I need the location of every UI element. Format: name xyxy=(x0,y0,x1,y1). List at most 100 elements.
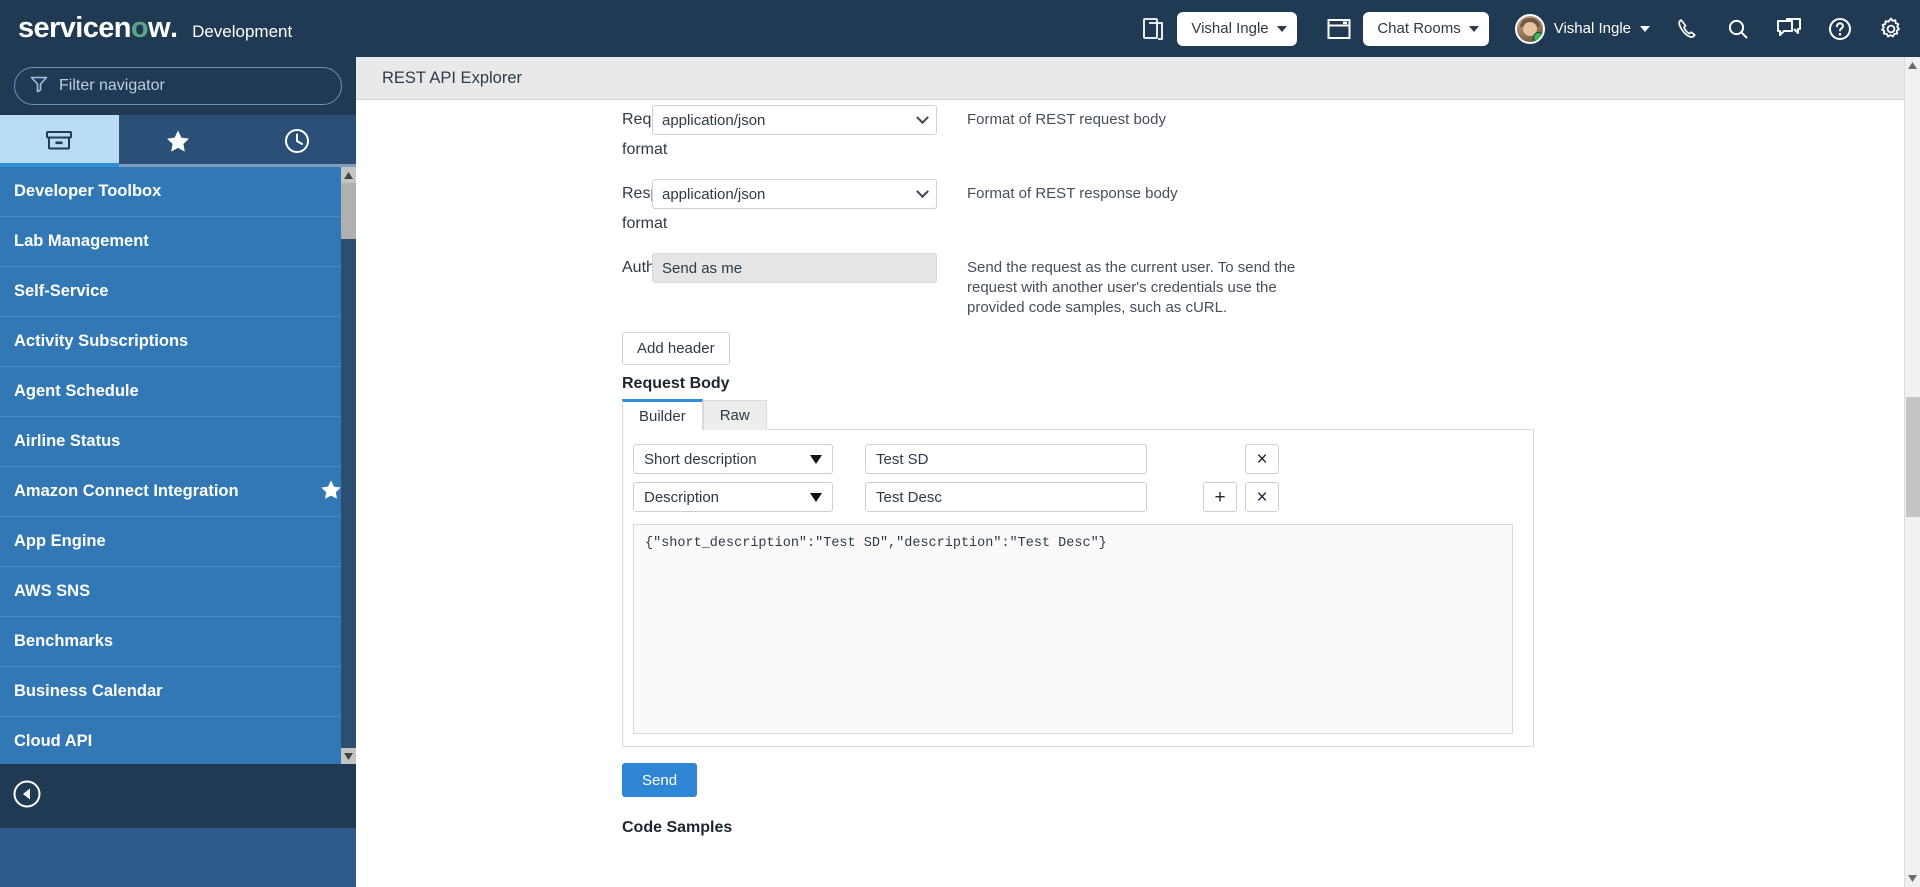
sidebar-item-label: Cloud API xyxy=(14,732,93,750)
send-button[interactable]: Send xyxy=(622,763,698,797)
sidebar-item[interactable]: Amazon Connect Integration xyxy=(0,467,356,517)
scroll-down-arrow[interactable] xyxy=(341,748,356,764)
field-label: Response format xyxy=(622,185,694,232)
sidebar-item[interactable]: Airline Status xyxy=(0,417,356,467)
sidebar-item[interactable]: Developer Toolbox xyxy=(0,167,356,217)
remove-row-button[interactable]: × xyxy=(1245,444,1279,474)
avatar[interactable] xyxy=(1514,13,1545,44)
tab-all-applications[interactable] xyxy=(0,115,119,167)
user-name: Vishal Ingle xyxy=(1553,20,1631,37)
navigator-scrollbar[interactable] xyxy=(341,167,356,764)
sidebar-item[interactable]: Cloud API xyxy=(0,717,356,764)
field-label: Authorization xyxy=(356,253,715,283)
builder-value-input[interactable]: Test Desc xyxy=(865,482,1147,512)
builder-row: Short descriptionTest SD+× xyxy=(623,444,1533,482)
sidebar-item[interactable]: Business Calendar xyxy=(0,667,356,717)
add-header-button[interactable]: Add header xyxy=(622,332,730,365)
add-row-button[interactable]: + xyxy=(1203,482,1237,512)
application-scope-label: Vishal Ingle xyxy=(1191,20,1269,37)
sidebar-item[interactable]: Agent Schedule xyxy=(0,367,356,417)
clock-icon xyxy=(284,129,309,153)
format-select[interactable]: application/json xyxy=(652,105,937,135)
star-icon xyxy=(167,130,189,152)
json-preview: {"short_description":"Test SD","descript… xyxy=(633,524,1513,734)
filter-navigator-wrap: Filter navigator xyxy=(0,57,356,115)
form-row: Response formatapplication/json Format of… xyxy=(356,179,1920,239)
scroll-up-arrow[interactable] xyxy=(341,167,356,183)
authorization-field: Send as me xyxy=(652,253,937,283)
field-help-text: Format of REST response body xyxy=(967,185,1178,202)
window-icon[interactable] xyxy=(1327,18,1351,40)
sidebar-item[interactable]: AWS SNS xyxy=(0,567,356,617)
scrollbar-thumb[interactable] xyxy=(341,183,356,239)
top-banner: servicenow . Development Vishal Ingle Ch… xyxy=(0,0,1920,57)
logo-text-o: o xyxy=(130,12,149,44)
field-help-text: Format of REST request body xyxy=(967,111,1166,128)
instance-name: Development xyxy=(192,22,293,41)
format-select[interactable]: application/json xyxy=(652,179,937,209)
help-icon[interactable] xyxy=(1828,17,1852,41)
builder-value-input[interactable]: Test SD xyxy=(865,444,1147,474)
tab-raw[interactable]: Raw xyxy=(702,400,767,430)
banner-right-group: Vishal Ingle Chat Rooms Vishal Ingle xyxy=(1117,11,1920,46)
builder-field-label: Description xyxy=(644,488,720,506)
sidebar-item-label: Lab Management xyxy=(14,232,149,250)
chat-rooms-picker[interactable]: Chat Rooms xyxy=(1363,11,1489,46)
field-help-text: Send the request as the current user. To… xyxy=(967,259,1296,316)
collapse-left-icon[interactable] xyxy=(12,779,42,814)
phone-icon[interactable] xyxy=(1676,17,1700,41)
servicenow-logo[interactable]: servicenow . Development xyxy=(0,12,292,45)
gear-icon[interactable] xyxy=(1878,16,1904,42)
code-samples-title: Code Samples xyxy=(622,819,733,836)
form-row: Request formatapplication/json Format of … xyxy=(356,105,1920,165)
sidebar-item[interactable]: App Engine xyxy=(0,517,356,567)
sidebar-item-label: App Engine xyxy=(14,532,106,550)
builder-field-select[interactable]: Short description xyxy=(633,444,833,474)
sidebar-item-label: Airline Status xyxy=(14,432,121,450)
tab-history[interactable] xyxy=(237,115,356,167)
navigator-footer xyxy=(0,764,356,828)
tab-favorites[interactable] xyxy=(118,115,238,167)
chevron-down-icon xyxy=(916,184,929,198)
logo-dot: . xyxy=(170,12,179,44)
chevron-down-icon xyxy=(1468,25,1479,32)
form-row: AuthorizationSend as me Send the request … xyxy=(356,253,1920,318)
sidebar-item-label: Amazon Connect Integration xyxy=(14,482,239,500)
content-scrollbar[interactable] xyxy=(1904,57,1920,887)
sidebar-item-label: Benchmarks xyxy=(14,632,114,650)
content-scroll-down-arrow[interactable] xyxy=(1905,870,1920,887)
main-content: REST API Explorer Request formatapplicat… xyxy=(356,57,1920,887)
search-icon[interactable] xyxy=(1726,17,1750,41)
sidebar-item-label: Developer Toolbox xyxy=(14,182,162,200)
chevron-down-icon xyxy=(916,110,929,124)
builder-field-select[interactable]: Description xyxy=(633,482,833,512)
builder-value-text: Test SD xyxy=(876,450,929,468)
sidebar-item[interactable]: Activity Subscriptions xyxy=(0,317,356,367)
triangle-down-icon xyxy=(810,454,822,464)
star-icon[interactable] xyxy=(320,479,342,505)
sidebar-item[interactable]: Lab Management xyxy=(0,217,356,267)
documents-icon[interactable] xyxy=(1143,17,1165,41)
sidebar-item-label: Activity Subscriptions xyxy=(14,332,189,350)
chevron-down-icon[interactable] xyxy=(1640,25,1650,32)
sidebar-item[interactable]: Benchmarks xyxy=(0,617,356,667)
application-scope-picker[interactable]: Vishal Ingle xyxy=(1177,11,1298,46)
chevron-down-icon xyxy=(1277,25,1288,32)
filter-icon xyxy=(29,74,49,99)
sidebar-item[interactable]: Self-Service xyxy=(0,267,356,317)
builder-field-label: Short description xyxy=(644,450,757,468)
sidebar-item-label: Agent Schedule xyxy=(14,382,139,400)
sidebar-item-label: Business Calendar xyxy=(14,682,163,700)
page-header: REST API Explorer xyxy=(356,57,1920,100)
tab-builder[interactable]: Builder xyxy=(622,399,703,430)
content-scrollbar-thumb[interactable] xyxy=(1906,397,1920,517)
remove-row-button[interactable]: × xyxy=(1245,482,1279,512)
rest-explorer-form: Request formatapplication/jsonFormat of … xyxy=(356,100,1920,837)
application-navigator: Filter navigator Developer Toolbox Lab Ma… xyxy=(0,57,356,887)
sidebar-item-label: Self-Service xyxy=(14,282,109,300)
conversations-icon[interactable] xyxy=(1776,17,1802,41)
logo-text-right: w xyxy=(148,12,171,44)
content-scroll-up-arrow[interactable] xyxy=(1905,57,1920,74)
search-input[interactable]: Filter navigator xyxy=(14,67,342,105)
field-value: Send as me xyxy=(662,259,743,277)
